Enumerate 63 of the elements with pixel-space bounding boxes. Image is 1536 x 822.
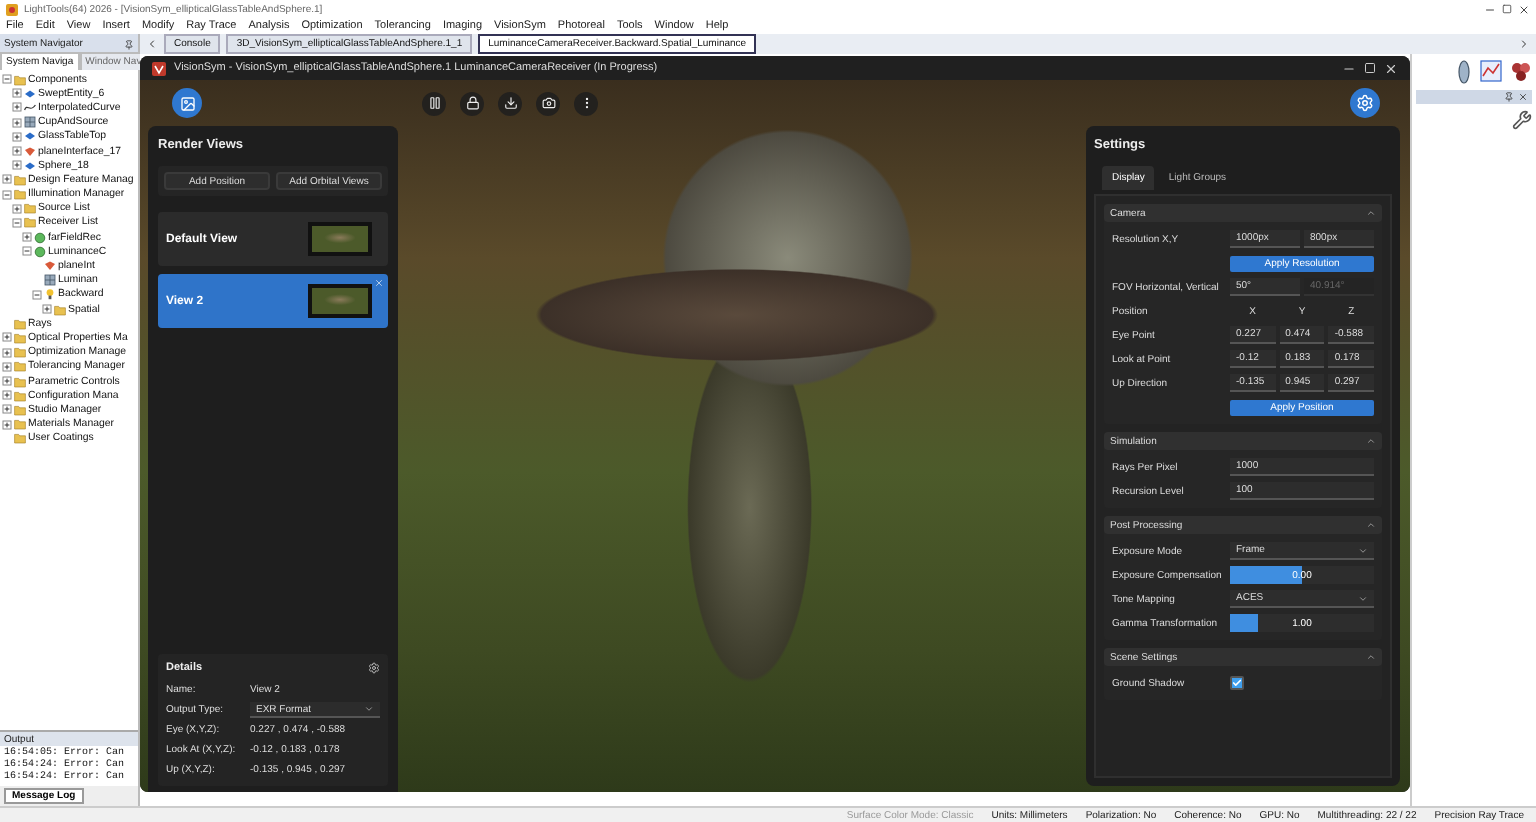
expander-icon[interactable] [32,289,42,300]
spheres-icon[interactable] [1510,60,1532,82]
chevron-up-icon [1366,520,1376,530]
expander-icon[interactable] [12,131,22,142]
image-icon [179,95,195,111]
expander-icon[interactable] [22,246,32,257]
expander-icon[interactable] [2,332,12,343]
expander-icon[interactable] [12,160,22,171]
settings-icon[interactable] [368,662,380,674]
camera-icon [541,96,555,110]
expander-icon[interactable] [22,232,32,243]
chevron-down-icon [1358,593,1368,603]
expander-icon[interactable] [2,189,12,200]
shape-icon [24,130,36,143]
download-icon [503,96,517,110]
settings-icon [1356,94,1374,112]
folder-icon [14,73,26,86]
chevron-up-icon [1366,208,1376,218]
expander-icon[interactable] [12,117,22,128]
expander-icon[interactable] [12,217,22,228]
grid-icon [24,116,36,129]
wrench-icon[interactable] [1512,110,1532,130]
expander-icon[interactable] [12,203,22,214]
pause-icon [427,96,441,110]
thumbnail-image [308,222,372,256]
check-icon [1232,678,1242,688]
app-logo-icon [152,61,166,75]
lock-icon [465,96,479,110]
pin-icon[interactable] [1504,92,1514,102]
scroll-left-icon[interactable] [146,38,158,50]
expander-icon[interactable] [12,102,22,113]
expander-icon[interactable] [12,88,22,99]
expander-icon[interactable] [2,361,12,372]
checkbox[interactable] [1230,676,1244,690]
plane-icon [24,145,36,158]
chart-icon[interactable] [1480,60,1502,82]
expander-icon[interactable] [2,174,12,185]
scroll-right-icon[interactable] [1518,38,1530,50]
minimize-icon[interactable] [1484,3,1496,15]
expander-icon[interactable] [12,146,22,157]
grid-icon [44,274,56,287]
shape-icon [24,159,36,172]
pin-icon[interactable] [124,39,134,49]
app-logo-icon [6,3,18,15]
expander-icon[interactable] [42,304,52,315]
expander-icon[interactable] [2,419,12,430]
shape-icon [24,87,36,100]
chevron-down-icon [1358,545,1368,555]
curve-icon [24,101,36,114]
expander-icon[interactable] [2,390,12,401]
expander-icon[interactable] [2,404,12,415]
chevron-up-icon [1366,652,1376,662]
close-icon[interactable] [1518,3,1530,15]
folder-icon [54,303,66,316]
thumbnail-image [308,284,372,318]
lamp-icon [44,288,56,301]
chevron-down-icon [364,704,374,714]
expander-icon[interactable] [2,347,12,358]
plane-icon [44,260,56,273]
chevron-up-icon [1366,436,1376,446]
expander-icon[interactable] [2,376,12,387]
expander-icon[interactable] [2,74,12,85]
lens-icon[interactable] [1456,60,1472,84]
